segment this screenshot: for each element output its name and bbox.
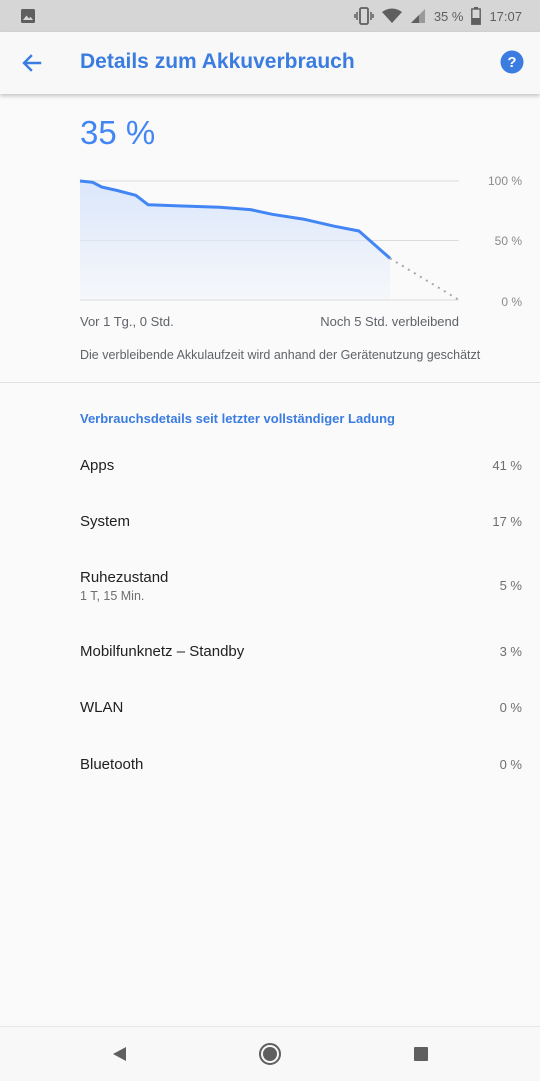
divider	[0, 382, 540, 383]
battery-history-chart	[0, 165, 540, 325]
page-title: Details zum Akkuverbrauch	[80, 50, 355, 73]
battery-chart-svg	[79, 179, 460, 301]
battery-percent: 35 %	[433, 8, 464, 24]
usage-item-bluetooth[interactable]: Bluetooth 0 %	[0, 745, 540, 785]
usage-item-name: Apps	[80, 457, 115, 474]
usage-item-percent: 0 %	[499, 700, 522, 715]
y-tick-100: 100 %	[487, 174, 522, 188]
status-bar: 35 % 17:07	[0, 0, 540, 32]
usage-item-system[interactable]: System 17 %	[0, 502, 540, 542]
usage-item-percent: 0 %	[499, 757, 522, 772]
usage-item-cell-standby[interactable]: Mobilfunknetz – Standby 3 %	[0, 632, 540, 672]
usage-item-percent: 5 %	[499, 578, 522, 593]
usage-item-idle[interactable]: Ruhezustand 1 T, 15 Min. 5 %	[0, 558, 540, 608]
usage-item-wlan[interactable]: WLAN 0 %	[0, 688, 540, 728]
arrow-back-icon[interactable]	[18, 49, 46, 77]
y-tick-0: 0 %	[501, 295, 522, 309]
signal-icon	[410, 8, 426, 24]
estimate-note: Die verbleibende Akkulaufzeit wird anhan…	[80, 348, 481, 362]
usage-item-percent: 3 %	[499, 644, 522, 659]
battery-history-area	[80, 181, 390, 300]
navigation-bar	[0, 1026, 540, 1081]
usage-item-percent: 41 %	[492, 458, 522, 473]
y-tick-50: 50 %	[494, 234, 522, 248]
battery-projection-line	[389, 257, 460, 301]
help-icon[interactable]: ?	[500, 50, 524, 74]
usage-item-name: System	[80, 513, 131, 530]
x-end-label: Noch 5 Std. verbleibend	[320, 314, 459, 329]
back-triangle-icon[interactable]	[106, 1041, 132, 1067]
usage-item-percent: 17 %	[492, 514, 522, 529]
x-start-label: Vor 1 Tg., 0 Std.	[80, 314, 174, 329]
app-bar: Details zum Akkuverbrauch ?	[0, 32, 540, 94]
battery-icon	[471, 7, 482, 25]
clock: 17:07	[489, 8, 522, 24]
recents-square-icon[interactable]	[408, 1041, 434, 1067]
usage-item-name: Mobilfunknetz – Standby	[80, 643, 245, 660]
home-circle-icon[interactable]	[257, 1041, 283, 1067]
battery-level: 35 %	[80, 114, 156, 151]
usage-item-apps[interactable]: Apps 41 %	[0, 446, 540, 486]
svg-text:?: ?	[507, 54, 516, 71]
usage-item-name: Bluetooth	[80, 756, 144, 773]
usage-item-name: WLAN	[80, 699, 124, 716]
usage-item-name: Ruhezustand	[80, 569, 169, 586]
wifi-icon	[381, 8, 402, 24]
usage-section-header: Verbrauchsdetails seit letzter vollständ…	[80, 411, 395, 426]
vibrate-icon	[354, 7, 374, 25]
image-notification-icon	[20, 8, 36, 27]
usage-item-duration: 1 T, 15 Min.	[80, 589, 145, 603]
